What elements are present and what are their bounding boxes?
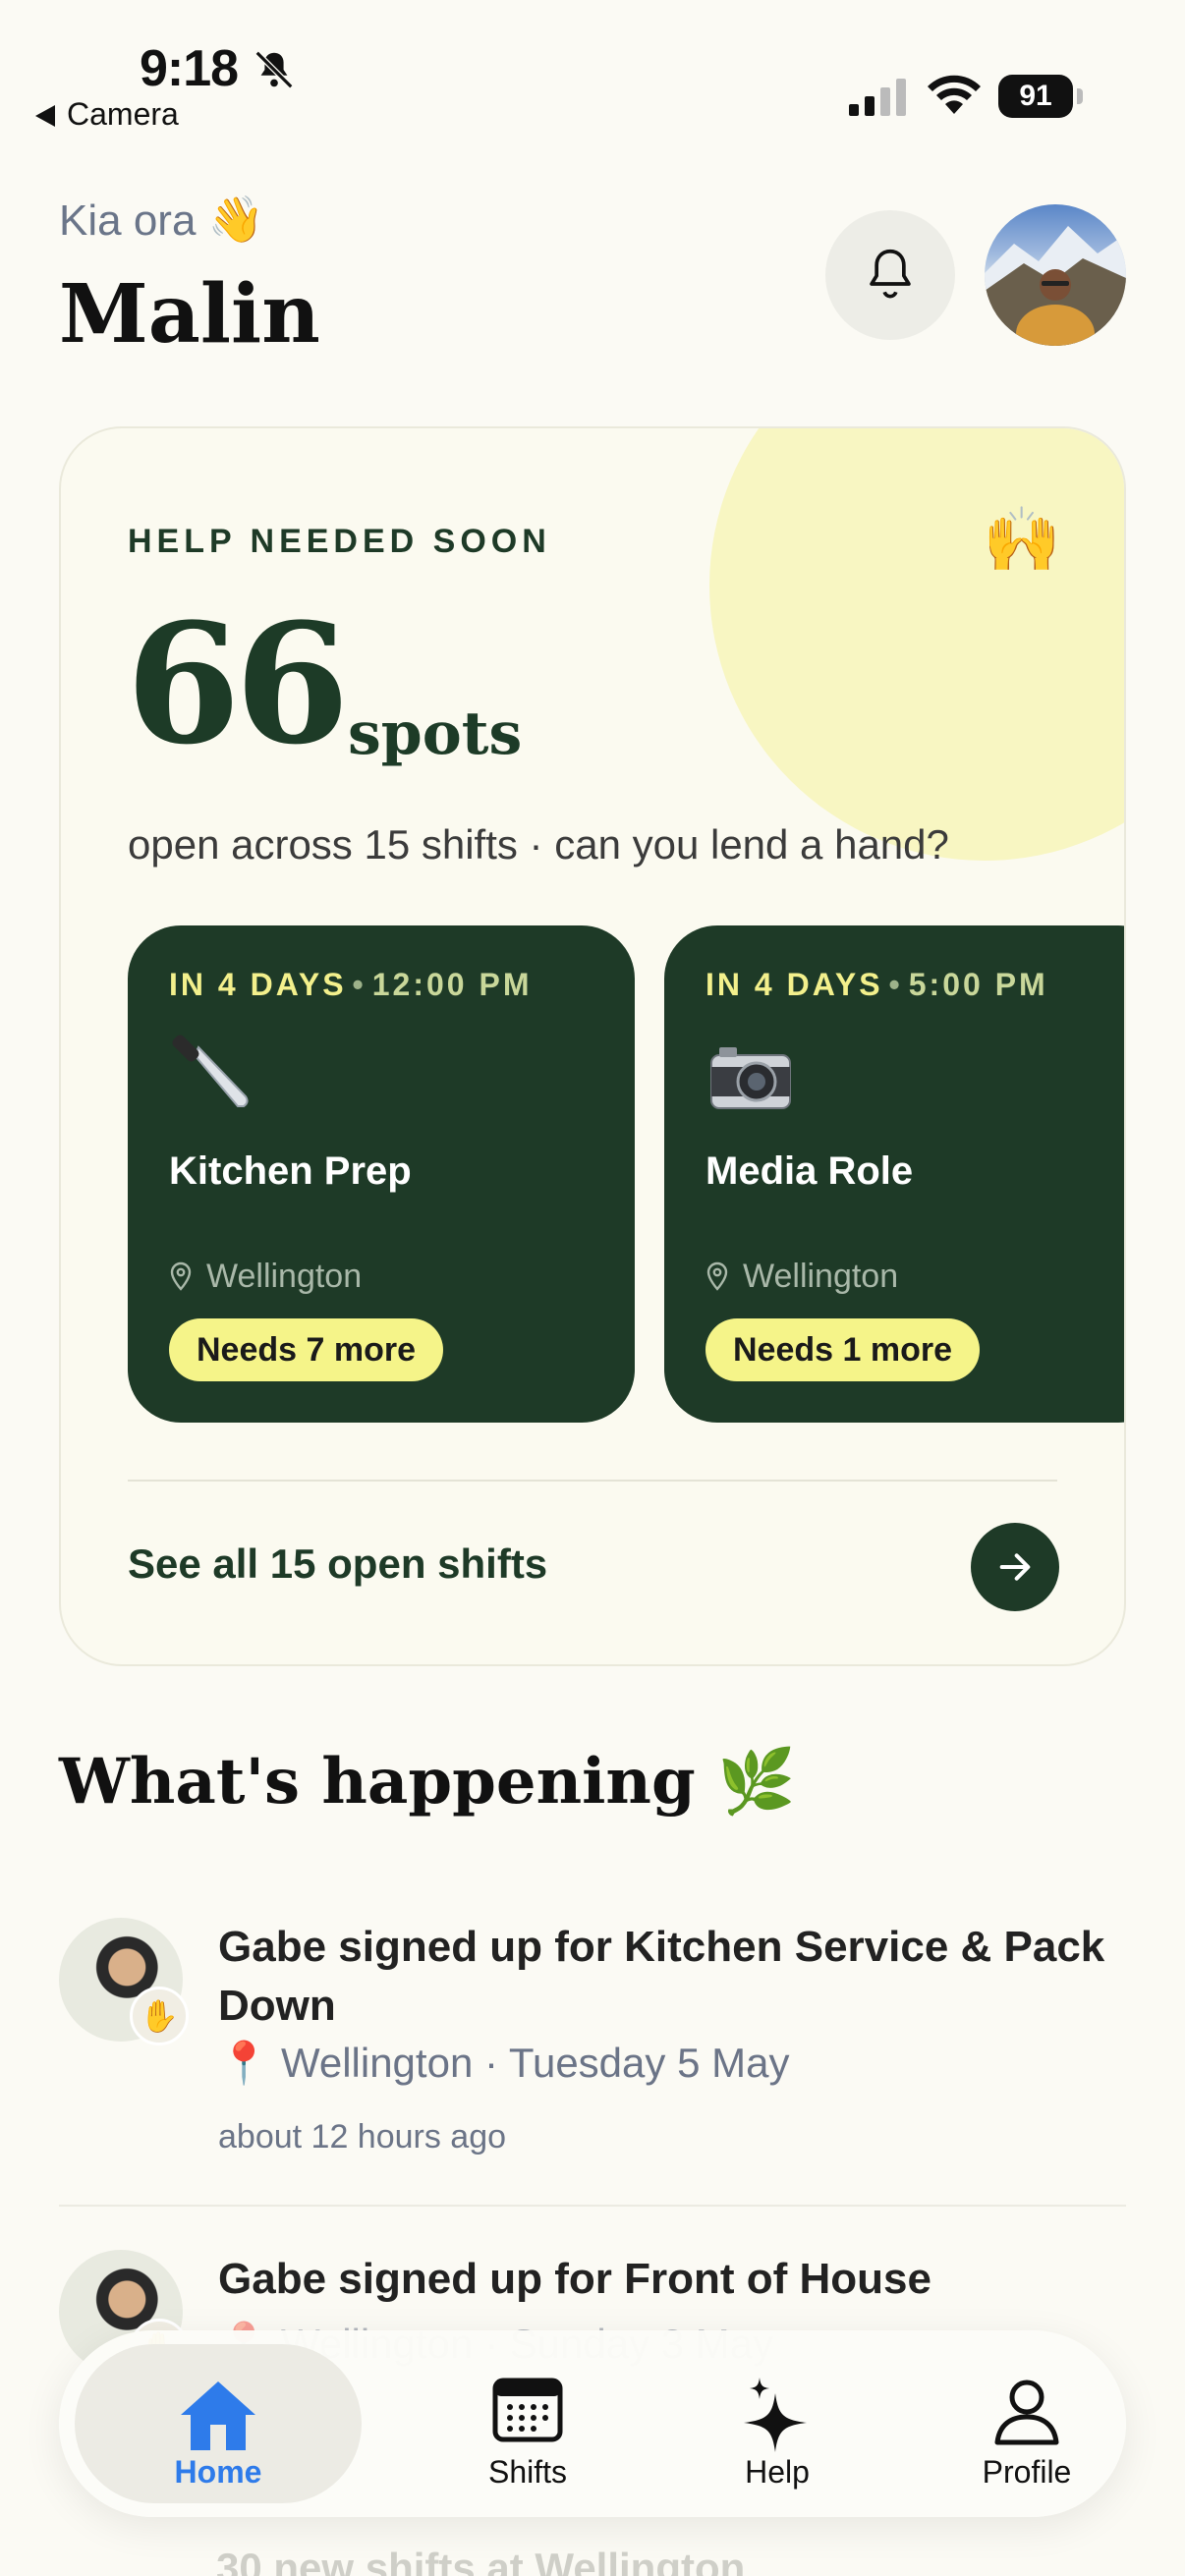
- shift-location: Wellington: [705, 1258, 898, 1296]
- profile-avatar[interactable]: [985, 204, 1126, 346]
- card-divider: [128, 1480, 1057, 1482]
- sparkle-icon: [744, 2378, 807, 2452]
- feed-meta: 📍 Wellington · Tuesday 5 May: [218, 2040, 789, 2088]
- shift-day: IN 4 DAYS: [169, 967, 347, 1002]
- section-title-text: What's happening: [59, 1745, 696, 1819]
- tab-label: Home: [174, 2454, 262, 2490]
- shift-location-text: Wellington: [743, 1258, 899, 1295]
- bottom-tab-bar: Home Shifts Help Profile: [59, 2330, 1126, 2517]
- needs-more-badge: Needs 1 more: [705, 1318, 980, 1381]
- location-pin-icon: [170, 1261, 192, 1291]
- shift-when: IN 4 DAYS • 5:00 PM: [705, 967, 1048, 1003]
- tab-label: Shifts: [487, 2454, 568, 2490]
- feed-divider: [59, 2205, 1126, 2207]
- battery-cap: [1077, 88, 1083, 104]
- dot-separator: •: [888, 967, 903, 1002]
- shift-time: 5:00 PM: [908, 967, 1048, 1002]
- back-link-label: Camera: [67, 96, 179, 132]
- person-icon: [994, 2380, 1059, 2445]
- feed-item[interactable]: ✋ Gabe signed up for Kitchen Service & P…: [59, 1918, 1126, 2173]
- notifications-button[interactable]: [825, 210, 955, 340]
- shift-time: 12:00 PM: [371, 967, 533, 1002]
- shift-card-media-role[interactable]: IN 4 DAYS • 5:00 PM Media Role Wellington …: [664, 925, 1124, 1423]
- wifi-icon: [928, 75, 981, 114]
- feed-meta-text: Wellington · Tuesday 5 May: [280, 2040, 790, 2086]
- decorative-blob: [709, 428, 1124, 861]
- app-screen: 9:18 Camera 91 Kia ora 👋 Malin HELP NEED…: [0, 0, 1185, 2576]
- see-all-shifts-link[interactable]: See all 15 open shifts: [128, 1540, 547, 1588]
- open-spots-count: 66: [126, 587, 350, 781]
- shift-name: Kitchen Prep: [169, 1149, 412, 1193]
- feed-title: Gabe signed up for Kitchen Service & Pac…: [218, 1923, 1105, 2030]
- shift-location: Wellington: [169, 1258, 362, 1296]
- tab-help[interactable]: Help: [633, 2344, 922, 2503]
- cellular-signal-icon: [849, 79, 906, 116]
- calendar-icon: [492, 2378, 563, 2442]
- feed-title: Gabe signed up for Front of House: [218, 2255, 931, 2303]
- avatar-photo: [985, 226, 1126, 346]
- shift-day: IN 4 DAYS: [705, 967, 883, 1002]
- home-icon: [181, 2381, 255, 2450]
- hand-badge: ✋: [130, 1987, 189, 2045]
- shift-name: Media Role: [705, 1149, 914, 1193]
- shift-when: IN 4 DAYS • 12:00 PM: [169, 967, 532, 1003]
- shift-location-text: Wellington: [206, 1258, 363, 1295]
- greeting-text: Kia ora: [59, 196, 197, 245]
- shift-card-kitchen-prep[interactable]: IN 4 DAYS • 12:00 PM Kitchen Prep Wellingt…: [128, 925, 635, 1423]
- whats-happening-title: What's happening 🌿: [59, 1745, 796, 1819]
- back-to-camera-link[interactable]: Camera: [35, 96, 179, 133]
- location-pin-icon: [706, 1261, 728, 1291]
- tab-label: Profile: [982, 2454, 1072, 2490]
- pin-emoji: 📍: [218, 2040, 270, 2086]
- faded-feed-item: 30 new shifts at Wellington: [216, 2545, 746, 2576]
- feed-time: about 12 hours ago: [218, 2118, 507, 2156]
- tab-home[interactable]: Home: [75, 2344, 362, 2503]
- raised-hands-emoji: 🙌: [983, 504, 1061, 575]
- arrow-right-icon: [999, 1553, 1031, 1581]
- leaf-emoji: 🌿: [716, 1745, 796, 1819]
- bell-muted-icon: [254, 50, 294, 89]
- user-name: Malin: [59, 267, 320, 362]
- bell-icon: [870, 249, 911, 299]
- help-card-title: HELP NEEDED SOON: [128, 523, 551, 560]
- help-card-subtitle: open across 15 shifts · can you lend a h…: [128, 821, 949, 868]
- dot-separator: •: [352, 967, 367, 1002]
- open-spots-label: spots: [348, 700, 523, 768]
- wave-emoji: 👋: [207, 194, 264, 245]
- back-arrow-icon: [35, 105, 55, 127]
- help-needed-card: HELP NEEDED SOON 🙌 66 spots open across …: [59, 426, 1126, 1666]
- tab-profile[interactable]: Profile: [882, 2344, 1171, 2503]
- status-time: 9:18: [140, 40, 239, 97]
- camera-icon: [710, 1047, 791, 1109]
- battery-level: 91: [998, 75, 1073, 118]
- knife-icon: [172, 1035, 249, 1107]
- see-all-shifts-button[interactable]: [971, 1523, 1059, 1611]
- needs-more-badge: Needs 7 more: [169, 1318, 443, 1381]
- tab-label: Help: [745, 2454, 810, 2490]
- tab-shifts[interactable]: Shifts: [383, 2344, 672, 2503]
- battery-indicator: 91: [998, 75, 1083, 118]
- greeting: Kia ora 👋: [59, 193, 264, 247]
